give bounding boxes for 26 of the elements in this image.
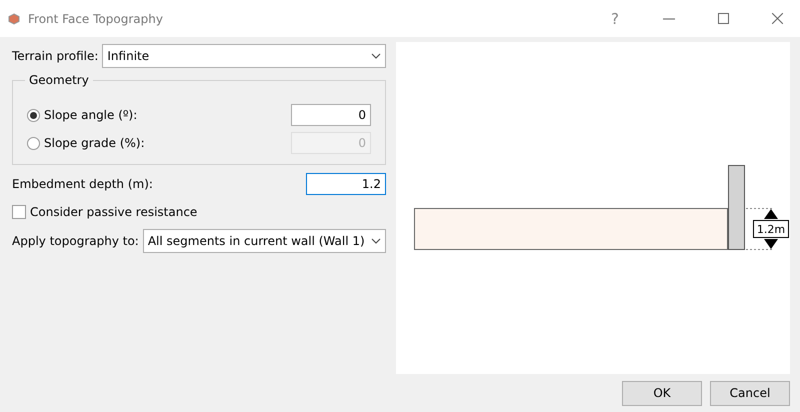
option-label: Slope angle (º):	[44, 108, 138, 122]
input-field[interactable]: 1.2	[306, 173, 386, 195]
chevron-down-icon	[371, 53, 381, 59]
window-title: Front Face Topography	[28, 12, 164, 26]
checkbox[interactable]	[12, 205, 26, 219]
maximize-icon	[718, 13, 728, 24]
apply-to-dropdown[interactable]: All segments in current wall (Wall 1)	[142, 229, 386, 253]
dimension-label: 1.2m	[753, 220, 789, 238]
radio-button[interactable]	[27, 108, 40, 122]
checkbox-label: Consider passive resistance	[30, 205, 198, 219]
close-icon	[772, 13, 782, 24]
help-button[interactable]: ?	[592, 0, 638, 37]
minimize-icon	[663, 18, 675, 20]
field-label: Terrain profile:	[12, 49, 98, 63]
terrain-profile-dropdown[interactable]: Infinite	[102, 44, 386, 68]
dimension-line	[746, 249, 772, 250]
option-label: Slope grade (%):	[44, 136, 145, 150]
group-title: Geometry	[25, 73, 93, 87]
cube-icon	[8, 12, 20, 24]
dimension-line	[746, 208, 772, 209]
field-label: Embedment depth (m):	[12, 177, 153, 191]
field-label: Apply topography to:	[12, 234, 139, 248]
ok-button[interactable]: OK	[622, 380, 702, 406]
cancel-button[interactable]: Cancel	[710, 380, 790, 406]
input-field[interactable]: 0	[291, 104, 371, 126]
chevron-down-icon	[371, 238, 381, 244]
